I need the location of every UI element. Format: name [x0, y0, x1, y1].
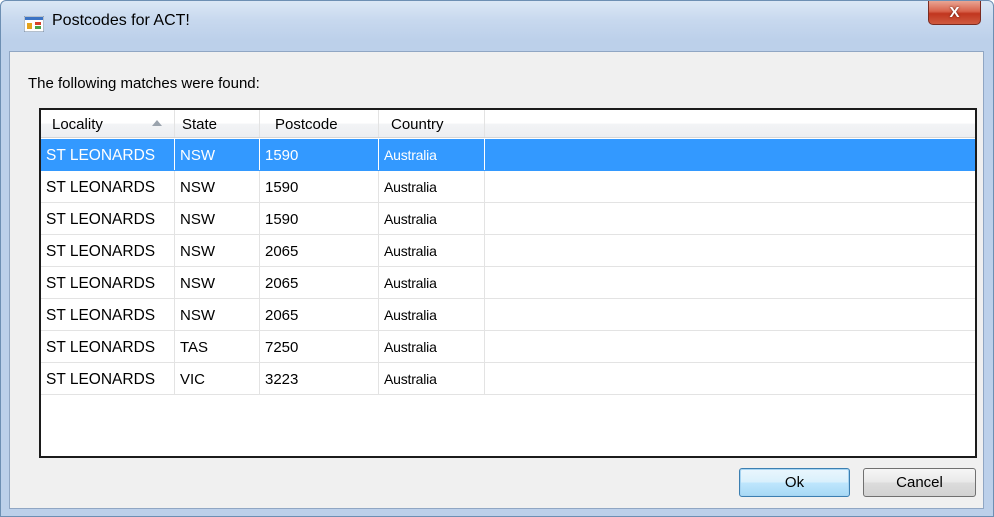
- cell-state: NSW: [175, 139, 260, 170]
- cell-country: Australia: [379, 203, 485, 234]
- column-header-locality[interactable]: Locality: [41, 110, 175, 137]
- column-header-country[interactable]: Country: [379, 110, 485, 137]
- cell-locality: ST LEONARDS: [41, 363, 175, 394]
- cell-postcode: 2065: [260, 299, 379, 330]
- cell-locality: ST LEONARDS: [41, 267, 175, 298]
- cell-country: Australia: [379, 299, 485, 330]
- cell-postcode: 1590: [260, 139, 379, 170]
- cell-filler: [485, 235, 975, 266]
- cell-filler: [485, 139, 975, 170]
- cell-state: VIC: [175, 363, 260, 394]
- cell-country: Australia: [379, 267, 485, 298]
- close-button[interactable]: X: [928, 1, 981, 25]
- column-header-label: Country: [391, 116, 444, 133]
- cell-state: NSW: [175, 267, 260, 298]
- cell-filler: [485, 331, 975, 362]
- sort-ascending-icon: [152, 120, 162, 126]
- column-header-postcode[interactable]: Postcode: [260, 110, 379, 137]
- cell-filler: [485, 363, 975, 394]
- window-title: Postcodes for ACT!: [52, 12, 190, 29]
- cell-postcode: 7250: [260, 331, 379, 362]
- list-row[interactable]: ST LEONARDS NSW 1590 Australia: [41, 203, 975, 235]
- cell-locality: ST LEONARDS: [41, 203, 175, 234]
- cell-locality: ST LEONARDS: [41, 139, 175, 170]
- cell-country: Australia: [379, 139, 485, 170]
- cell-locality: ST LEONARDS: [41, 171, 175, 202]
- cell-locality: ST LEONARDS: [41, 299, 175, 330]
- title-bar[interactable]: Postcodes for ACT! X: [1, 1, 993, 51]
- cell-country: Australia: [379, 363, 485, 394]
- cell-postcode: 2065: [260, 235, 379, 266]
- cell-state: NSW: [175, 235, 260, 266]
- list-row[interactable]: ST LEONARDS NSW 2065 Australia: [41, 267, 975, 299]
- postcode-list[interactable]: Locality State Postcode Country ST LEONA…: [39, 108, 977, 458]
- cell-postcode: 1590: [260, 171, 379, 202]
- cell-filler: [485, 171, 975, 202]
- list-rows: ST LEONARDS NSW 1590 Australia ST LEONAR…: [41, 139, 975, 395]
- list-row[interactable]: ST LEONARDS VIC 3223 Australia: [41, 363, 975, 395]
- cell-state: NSW: [175, 171, 260, 202]
- cell-filler: [485, 299, 975, 330]
- cell-state: NSW: [175, 299, 260, 330]
- list-row[interactable]: ST LEONARDS NSW 1590 Australia: [41, 171, 975, 203]
- cell-country: Australia: [379, 331, 485, 362]
- cancel-button[interactable]: Cancel: [863, 468, 976, 497]
- list-row[interactable]: ST LEONARDS NSW 1590 Australia: [41, 139, 975, 171]
- column-header-label: Locality: [52, 116, 103, 133]
- cell-locality: ST LEONARDS: [41, 235, 175, 266]
- cell-country: Australia: [379, 235, 485, 266]
- list-row[interactable]: ST LEONARDS TAS 7250 Australia: [41, 331, 975, 363]
- app-window-icon: [24, 16, 44, 32]
- cell-filler: [485, 203, 975, 234]
- column-header-state[interactable]: State: [175, 110, 260, 137]
- list-row[interactable]: ST LEONARDS NSW 2065 Australia: [41, 235, 975, 267]
- cell-postcode: 1590: [260, 203, 379, 234]
- cell-postcode: 3223: [260, 363, 379, 394]
- close-icon: X: [949, 4, 960, 21]
- list-header: Locality State Postcode Country: [41, 110, 975, 138]
- ok-button[interactable]: Ok: [739, 468, 850, 497]
- cell-filler: [485, 267, 975, 298]
- column-header-label: State: [182, 116, 218, 133]
- cell-state: TAS: [175, 331, 260, 362]
- cell-country: Australia: [379, 171, 485, 202]
- list-row[interactable]: ST LEONARDS NSW 2065 Australia: [41, 299, 975, 331]
- cell-locality: ST LEONARDS: [41, 331, 175, 362]
- cell-state: NSW: [175, 203, 260, 234]
- column-header-label: Postcode: [275, 116, 338, 133]
- cell-postcode: 2065: [260, 267, 379, 298]
- matches-label: The following matches were found:: [28, 75, 260, 92]
